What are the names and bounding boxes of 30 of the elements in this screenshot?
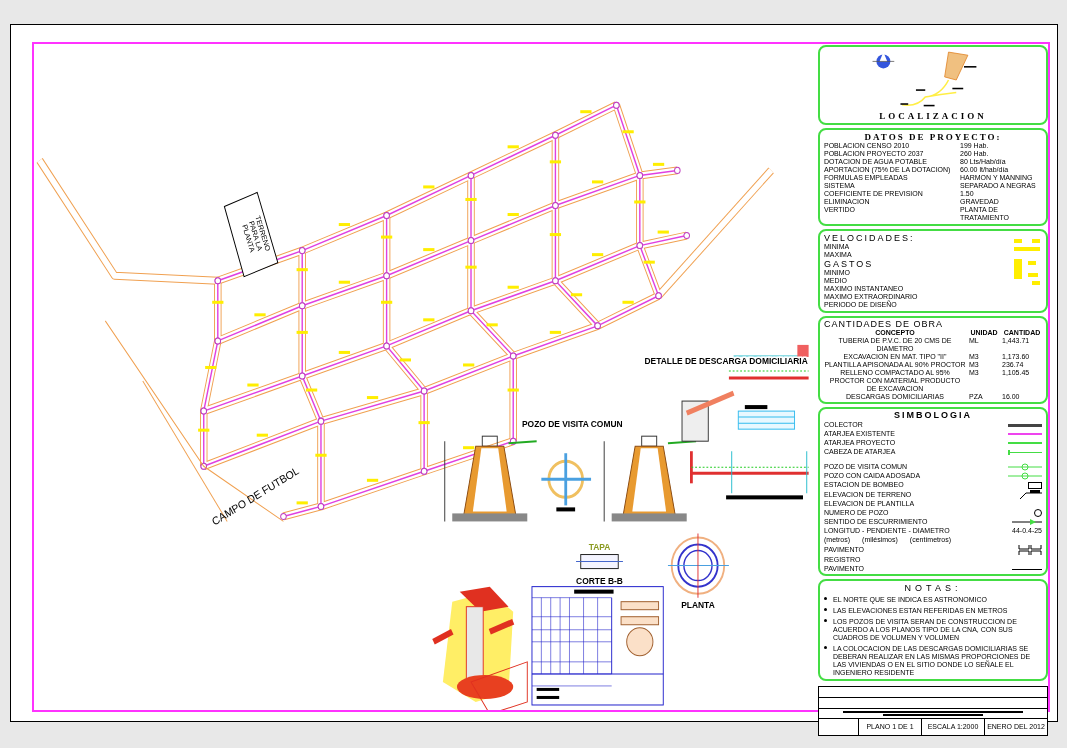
detail-title: PLANTA xyxy=(681,599,715,610)
panel-title: LOCALIZACION xyxy=(879,111,987,121)
cover-section-drawing xyxy=(575,554,624,570)
sewer-head-icon xyxy=(1008,449,1042,455)
detail-title: TAPA xyxy=(588,541,611,552)
bullet-icon xyxy=(824,646,827,649)
pavement-line-icon xyxy=(1012,568,1042,570)
bullet-icon xyxy=(824,619,827,622)
proposed-sewer-line-icon xyxy=(1008,442,1042,444)
pavement-symbol-icon xyxy=(1018,545,1042,555)
manhole-ring-drawing xyxy=(667,533,730,599)
pump-station-icon xyxy=(1028,481,1042,489)
panel-title: CANTIDADES DE OBRA xyxy=(824,319,945,329)
detail-title: POZO DE VISITA COMUN xyxy=(522,418,623,430)
panel-title: NOTAS: xyxy=(903,583,963,593)
bullet-icon xyxy=(824,608,827,611)
panel-title: SIMBOLOGIA xyxy=(893,410,973,420)
panel-title: VELOCIDADES: xyxy=(824,233,916,243)
values-drawing xyxy=(1014,237,1042,285)
manhole-plan-drawing xyxy=(541,453,592,512)
elevation-marker-icon xyxy=(1020,490,1042,499)
detail-title: DETALLE DE DESCARGA DOMICILIARIA xyxy=(644,355,808,367)
manhole-number-icon xyxy=(1034,509,1042,517)
existing-sewer-line-icon xyxy=(1008,433,1042,435)
section-title: GASTOS xyxy=(824,259,875,269)
flow-arrow-icon xyxy=(1012,519,1042,525)
panel-title: DATOS DE PROYECTO: xyxy=(863,132,1003,142)
detail-title: CORTE B-B xyxy=(576,575,623,586)
collector-line-icon xyxy=(1008,423,1042,427)
bullet-icon xyxy=(824,597,827,600)
